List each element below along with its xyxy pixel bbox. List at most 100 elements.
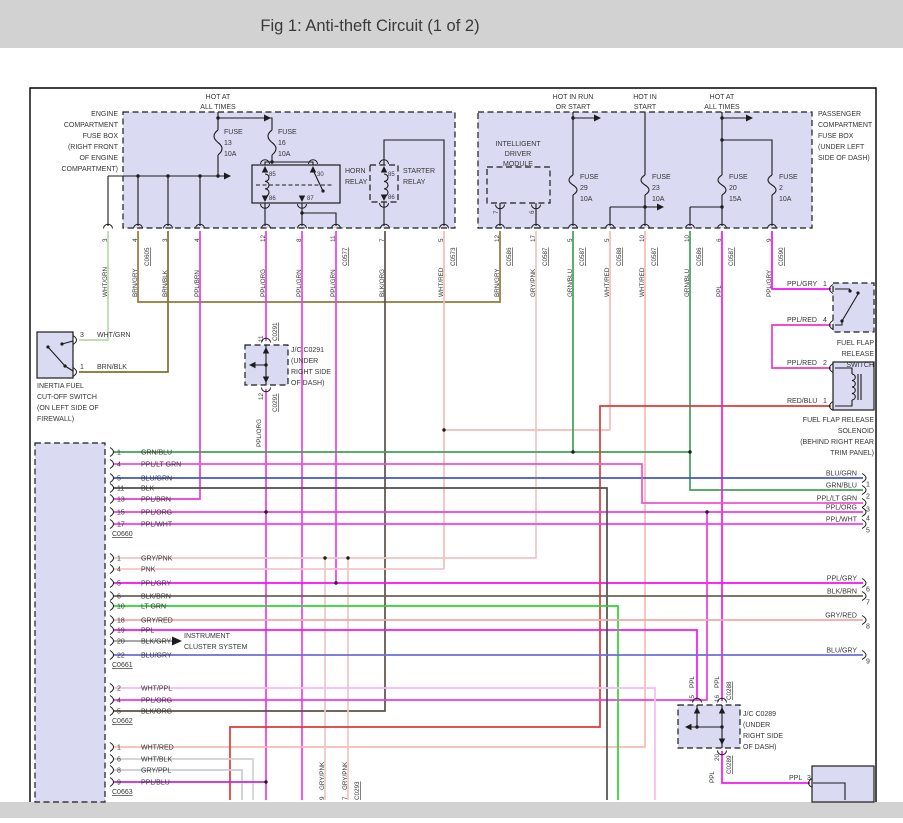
wire-name-label: WHT/RED xyxy=(438,267,445,297)
module-pin-6: 6 xyxy=(529,210,536,214)
horn-relay-name-1: HORN xyxy=(345,168,366,175)
C0663-pin-9: 9 xyxy=(117,780,121,787)
engine_box-header-0: HOT AT xyxy=(206,94,231,101)
passenger_box-headers-2-0: HOT AT xyxy=(710,94,735,101)
fuse-23-label: 23 xyxy=(652,185,660,192)
C0661-wire-18: GRY/RED xyxy=(141,618,173,625)
fuel_flap_solenoid-name_lines-2: (BEHIND RIGHT REAR xyxy=(800,439,874,446)
engine_box-name_lines-5: COMPARTMENT) xyxy=(61,166,118,173)
wiring-diagram: Fig 1: Anti-theft Circuit (1 of 2) xyxy=(0,0,903,818)
pin-number: 5 xyxy=(438,238,445,242)
flap-wire-1: PPL/GRY xyxy=(787,281,818,288)
fuse-20-label: 15A xyxy=(729,196,742,203)
pin-number: 5 xyxy=(604,238,611,242)
pin-number: 10 xyxy=(639,234,646,242)
edge-wire-7: BLK/BRN xyxy=(827,589,857,596)
passenger_box-name_lines-1: COMPARTMENT xyxy=(818,122,873,129)
pin-number: 5 xyxy=(567,238,574,242)
horn-pin-87: 87 xyxy=(307,196,314,202)
horn-pin-30: 30 xyxy=(317,172,324,178)
figure-title: Fig 1: Anti-theft Circuit (1 of 2) xyxy=(260,17,479,35)
C0660-wire-11: BLK xyxy=(141,486,155,493)
wire-name-label: WHT/GRN xyxy=(102,266,109,297)
horn-pin-85: 85 xyxy=(269,172,276,178)
wire-name-label: PPL xyxy=(716,285,723,297)
C0660-wire-13: PPL/BRN xyxy=(141,497,171,504)
bottom-wire-9: GRY/PNK xyxy=(319,761,326,790)
connector-label-C0661: C0661 xyxy=(112,662,133,669)
engine_box-name_lines-0: ENGINE xyxy=(91,111,118,118)
flap-wire-4: PPL/RED xyxy=(787,317,817,324)
starter-relay-name-2: RELAY xyxy=(403,179,426,186)
wire-name-label: PPL/ORG xyxy=(260,269,267,297)
jc289-bottom-conn: C0289 xyxy=(726,755,733,774)
inertia-pin-1: 1 xyxy=(80,364,84,371)
engine_box-name_lines-3: (RIGHT FRONT xyxy=(68,144,119,151)
pin-number: 17 xyxy=(530,234,537,242)
module-pin-7: 7 xyxy=(493,210,500,214)
C0662-pin-2: 2 xyxy=(117,686,121,693)
jc_c0289-name_lines-1: (UNDER xyxy=(743,722,770,729)
jc_c0291-name_lines-0: J/C C0291 xyxy=(291,347,324,354)
C0663-wire-9: PPL/BLU xyxy=(141,780,170,787)
jc_c0291-name_lines-3: OF DASH) xyxy=(291,380,324,387)
engine_box-name_lines-2: FUSE BOX xyxy=(83,133,119,140)
instrument_note-1: CLUSTER SYSTEM xyxy=(184,644,248,651)
wire-name-label: BRN/GRY xyxy=(132,268,139,297)
edge-pin-5: 5 xyxy=(866,528,870,535)
C0661-pin-1: 1 xyxy=(117,556,121,563)
edge-pin-3: 3 xyxy=(866,507,870,514)
C0663-pin-8: 8 xyxy=(117,768,121,775)
passenger_box-module_lines-1: DRIVER xyxy=(505,151,531,158)
jc_c0289-name_lines-3: OF DASH) xyxy=(743,744,776,751)
jc291-top-pin: 11 xyxy=(258,335,265,342)
engine_box-name_lines-1: COMPARTMENT xyxy=(64,122,119,129)
fuse-2-label: 10A xyxy=(779,196,792,203)
connector-id: C0588 xyxy=(616,247,623,266)
connector-id: C0587 xyxy=(728,247,735,266)
jc289-wire-15: PPL xyxy=(689,676,696,688)
C0663-pin-6: 6 xyxy=(117,757,121,764)
connector-label-C0662: C0662 xyxy=(112,718,133,725)
connector-id: C0605 xyxy=(144,247,151,266)
C0660-pin-17: 17 xyxy=(117,522,125,529)
jc289-top-conn: C0288 xyxy=(726,681,733,700)
edge-wire-5: PPL/WHT xyxy=(826,517,858,524)
wire-name-label: GRN/BLU xyxy=(567,269,574,297)
jc_c0289-name_lines-0: J/C C0289 xyxy=(743,711,776,718)
C0660-wire-15: PPL/ORG xyxy=(141,510,172,517)
starter-relay-name-1: STARTER xyxy=(403,168,435,175)
C0662-pin-5: 5 xyxy=(117,709,121,716)
C0661-wire-19: PPL xyxy=(141,628,154,635)
horn-pin-86: 86 xyxy=(269,196,276,202)
edge-wire-3: PPL/LT GRN xyxy=(817,496,857,503)
engine_box-name_lines-4: OF ENGINE xyxy=(79,155,118,162)
wire-name-label: BRN/GRY xyxy=(494,268,501,297)
fuse-13-label: 10A xyxy=(224,151,237,158)
C0663-wire-8: GRY/PPL xyxy=(141,768,171,775)
jc291-bottom-pin: 12 xyxy=(258,392,265,400)
fuse-29-label: 29 xyxy=(580,185,588,192)
passenger_box-module_lines-0: INTELLIGENT xyxy=(495,141,541,148)
screenshot-root: Fig 1: Anti-theft Circuit (1 of 2) xyxy=(0,0,903,818)
bottom-strip xyxy=(0,802,903,818)
jc291-wire-label: PPL/ORG xyxy=(256,419,263,447)
C0660-pin-13: 13 xyxy=(117,497,125,504)
passenger_box-headers-0-1: OR START xyxy=(556,104,591,111)
C0661-wire-5: PPL/GRY xyxy=(141,581,172,588)
fuse-16-label: 16 xyxy=(278,140,286,147)
jc289-pin-20: 20 xyxy=(714,753,721,761)
fuse-20-label: 20 xyxy=(729,185,737,192)
passenger_box-module_lines-2: MODULE xyxy=(503,161,533,168)
jc291-bottom-conn: C0291 xyxy=(272,393,279,412)
pin-number: 12 xyxy=(494,234,501,242)
pin-number: 4 xyxy=(194,238,201,242)
pin-number: 4 xyxy=(132,238,139,242)
C0662-pin-4: 4 xyxy=(117,698,121,705)
edge-wire-4: PPL/ORG xyxy=(826,505,857,512)
ppl3-wire: PPL xyxy=(789,775,802,782)
passenger_box-headers-0-0: HOT IN RUN xyxy=(553,94,594,101)
inertia_switch-name_lines-3: FIREWALL) xyxy=(37,416,74,423)
pin-number: 6 xyxy=(716,238,723,242)
solenoid-pin-2: 2 xyxy=(823,360,827,367)
